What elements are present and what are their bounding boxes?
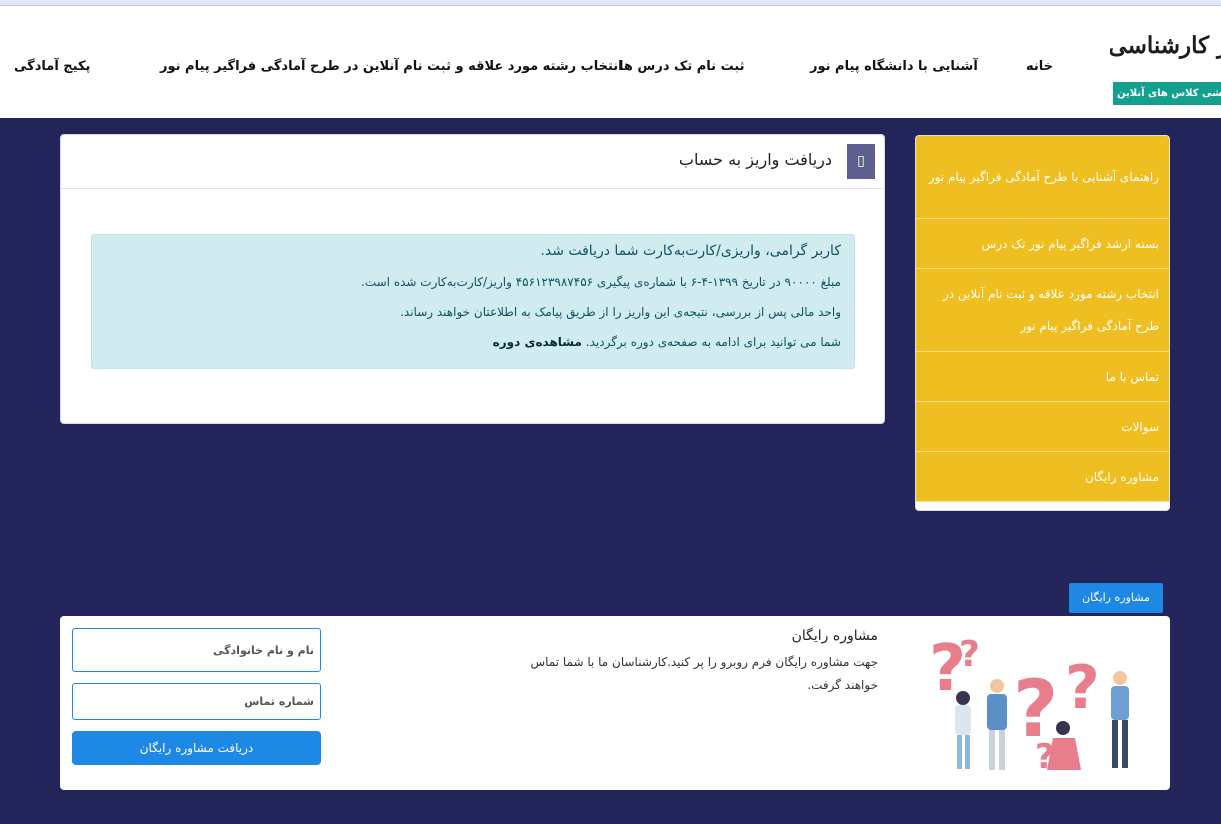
logo-strip-text: آزمایشی کلاس های آنلاین [1117,88,1221,99]
view-course-link[interactable]: مشاهده‌ی دوره [493,335,582,349]
consult-title: مشاوره رایگان [791,628,878,644]
nav-home[interactable]: خانه [1026,59,1053,74]
alert-heading: کاربر گرامی، واریزی/کارت‌به‌کارت شما دری… [540,243,841,259]
card-header-icon: ▯ [847,144,875,179]
get-free-consult-button[interactable]: دریافت مشاوره رایگان [72,731,321,765]
site-header: دفتر کارشناسی ارشد آزمایشی کلاس های آنلا… [0,6,1221,118]
sidebar-item-label: مشاوره رایگان [1084,469,1159,484]
consult-description: جهت مشاوره رایگان فرم روبرو را پر کنید.ک… [530,655,878,692]
sidebar-item-label: انتخاب رشته مورد علاقه و ثبت نام آنلاین … [942,287,1159,333]
nav-prep-package[interactable]: پکیج آمادگی [14,59,90,74]
sidebar-item-single-course[interactable]: بسته ارشد فراگیر پیام نور تک درس [916,219,1169,269]
payment-alert: کاربر گرامی، واریزی/کارت‌به‌کارت شما دری… [91,234,855,369]
sidebar: راهنمای آشنایی با طرح آمادگی فراگیر پیام… [915,135,1170,511]
alert-review-line: واحد مالی پس از بررسی، نتیجه‌ی این واریز… [400,305,841,319]
card-title: دریافت واریز به حساب [678,150,832,169]
sidebar-item-contact[interactable]: تماس با ما [916,352,1169,402]
logo-title: دفتر کارشناسی ارشد [1110,32,1221,59]
nav-about-payam-noor[interactable]: آشنایی با دانشگاه پیام نور [810,59,978,74]
sidebar-menu: راهنمای آشنایی با طرح آمادگی فراگیر پیام… [916,136,1169,502]
phone-input[interactable] [72,683,321,720]
sidebar-item-field-selection[interactable]: انتخاب رشته مورد علاقه و ثبت نام آنلاین … [916,269,1169,352]
sidebar-item-label: بسته ارشد فراگیر پیام نور تک درس [981,236,1159,251]
payment-received-card: ▯ دریافت واریز به حساب کاربر گرامی، واری… [60,134,885,424]
free-consult-panel: ? ? ? ? ? مشاوره رایگان جهت مشاوره رایگا… [60,616,1170,790]
svg-text:?: ? [959,634,980,675]
name-input[interactable] [72,628,321,672]
nav-field-selection[interactable]: انتخاب رشته مورد علاقه و ثبت نام آنلاین … [160,59,623,74]
logo-strip: آزمایشی کلاس های آنلاین [1113,82,1221,105]
sidebar-item-label: سوالات [1121,419,1159,434]
sidebar-item-free-consult[interactable]: مشاوره رایگان [916,452,1169,502]
nav-single-course-registration[interactable]: ثبت نام تک درس ها [619,59,745,74]
sidebar-item-guide[interactable]: راهنمای آشنایی با طرح آمادگی فراگیر پیام… [916,136,1169,219]
site-logo[interactable]: دفتر کارشناسی ارشد آزمایشی کلاس های آنلا… [1110,32,1221,106]
sidebar-item-label: تماس با ما [1105,369,1159,384]
alert-return-line: شما می توانید برای ادامه به صفحه‌ی دوره … [105,327,841,357]
svg-text:?: ? [1065,653,1100,723]
sidebar-item-label: راهنمای آشنایی با طرح آمادگی فراگیر پیام… [928,170,1159,184]
free-consult-tab[interactable]: مشاوره رایگان [1069,583,1163,613]
alert-return-text: شما می توانید برای ادامه به صفحه‌ی دوره … [585,335,841,349]
sidebar-item-faq[interactable]: سوالات [916,402,1169,452]
alert-amount-line: مبلغ ۹۰۰۰۰ در تاریخ ۱۳۹۹-۴-۶ با شماره‌ی … [361,275,841,289]
question-people-illustration: ? ? ? ? ? [929,632,1129,777]
card-header: ▯ دریافت واریز به حساب [61,135,884,189]
